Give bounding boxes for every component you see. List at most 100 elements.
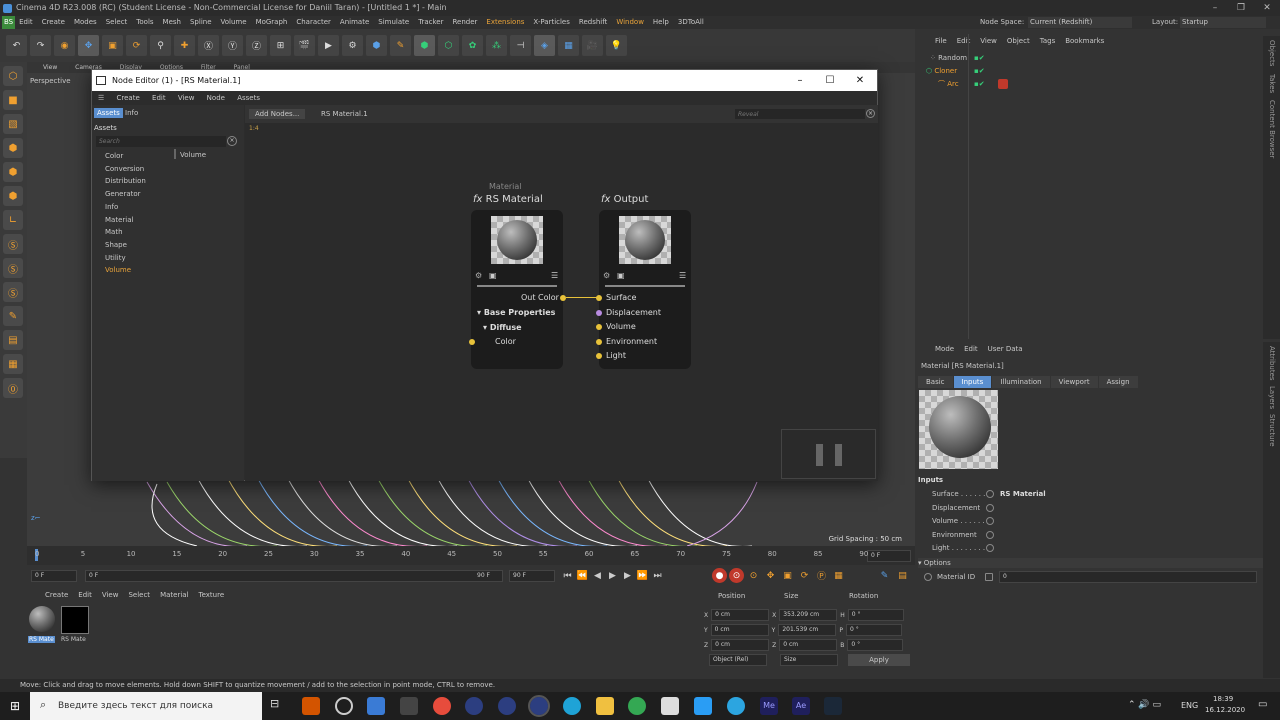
point-mode-icon[interactable]: ⬢ bbox=[3, 138, 23, 158]
windows-start-icon[interactable]: ⊞ bbox=[10, 699, 20, 713]
close-button[interactable]: ✕ bbox=[1254, 0, 1280, 16]
clear-search-icon[interactable]: × bbox=[227, 136, 237, 146]
input-link-radio[interactable] bbox=[986, 544, 994, 552]
menu-spline[interactable]: Spline bbox=[190, 16, 212, 29]
tab-illumination[interactable]: Illumination bbox=[992, 376, 1050, 388]
material-thumb-1[interactable] bbox=[29, 606, 55, 632]
material-tag-icon[interactable] bbox=[998, 79, 1008, 89]
scheme-icon[interactable]: ✎ bbox=[877, 568, 892, 583]
attr-menu-user-data[interactable]: User Data bbox=[988, 345, 1023, 353]
node-editor-maximize-button[interactable]: ☐ bbox=[815, 70, 845, 91]
menu-tracker[interactable]: Tracker bbox=[418, 16, 443, 29]
tab-assign[interactable]: Assign bbox=[1098, 376, 1138, 388]
visibility-check-icon[interactable]: ▪✔ bbox=[974, 54, 985, 62]
apply-button[interactable]: Apply bbox=[848, 654, 910, 666]
axis-mode-icon[interactable]: ∟ bbox=[3, 210, 23, 230]
prev-key-icon[interactable]: ⏪ bbox=[575, 568, 590, 583]
clock-time[interactable]: 18:39 bbox=[1213, 695, 1233, 703]
cloner-icon[interactable]: ⬡ bbox=[438, 35, 459, 56]
side-tab-layers[interactable]: Layers bbox=[1268, 386, 1276, 409]
asset-item-volume[interactable]: Volume bbox=[180, 151, 206, 159]
obj-menu-bookmarks[interactable]: Bookmarks bbox=[1065, 37, 1104, 45]
mat-menu-view[interactable]: View bbox=[102, 591, 119, 599]
menu-edit[interactable]: Edit bbox=[19, 16, 33, 29]
size-field[interactable]: 353.209 cm bbox=[779, 609, 838, 621]
go-to-start-icon[interactable]: ⏮ bbox=[560, 568, 575, 583]
input-language[interactable]: ENG bbox=[1181, 701, 1198, 710]
node-editor-close-button[interactable]: ✕ bbox=[845, 70, 875, 91]
surface-port[interactable] bbox=[596, 295, 602, 301]
ne-menu-view[interactable]: View bbox=[178, 94, 195, 102]
input-link-radio[interactable] bbox=[986, 490, 994, 498]
y-axis-icon[interactable]: Ⓨ bbox=[222, 35, 243, 56]
light-icon[interactable]: 💡 bbox=[606, 35, 627, 56]
obj-menu-tags[interactable]: Tags bbox=[1040, 37, 1056, 45]
rotate-tool-icon[interactable]: ⟳ bbox=[126, 35, 147, 56]
asset-category-distribution[interactable]: Distribution bbox=[105, 177, 146, 185]
tab-inputs[interactable]: Inputs bbox=[953, 376, 992, 388]
floor-icon[interactable]: ▦ bbox=[558, 35, 579, 56]
node-settings-icon[interactable]: ⚙ bbox=[475, 271, 482, 280]
menu-extensions[interactable]: Extensions bbox=[486, 16, 524, 29]
asset-category-material[interactable]: Material bbox=[105, 216, 133, 224]
ne-menu-assets[interactable]: Assets bbox=[237, 94, 260, 102]
cube-icon[interactable]: ⬢ bbox=[366, 35, 387, 56]
solo-icon[interactable]: ⓪ bbox=[3, 378, 23, 398]
node-preview-icon[interactable]: ▣ bbox=[489, 271, 497, 280]
app-icon-chrome[interactable] bbox=[628, 697, 646, 715]
app-icon-c4d-2[interactable] bbox=[498, 697, 516, 715]
tab-basic[interactable]: Basic bbox=[918, 376, 953, 388]
texture-mode-icon[interactable]: ▧ bbox=[3, 114, 23, 134]
mat-menu-material[interactable]: Material bbox=[160, 591, 188, 599]
asset-category-utility[interactable]: Utility bbox=[105, 254, 126, 262]
options-section[interactable]: ▾ Options bbox=[918, 558, 1263, 568]
app-icon-telegram[interactable] bbox=[727, 697, 745, 715]
side-tab-objects[interactable]: Objects bbox=[1268, 40, 1276, 66]
current-frame-field[interactable]: 0 F bbox=[31, 570, 77, 582]
menu-animate[interactable]: Animate bbox=[340, 16, 369, 29]
timeline-ruler[interactable]: 0 F 0 5 10 15 20 25 30 35 40 45 50 55 60 65 70 75 80 85 90 bbox=[27, 546, 915, 565]
rotation-field[interactable]: 0 ° bbox=[847, 639, 904, 651]
object-row-cloner[interactable]: ⬡ Cloner bbox=[926, 65, 957, 77]
diffuse-group[interactable]: ▾ Diffuse bbox=[483, 323, 522, 332]
asset-category-shape[interactable]: Shape bbox=[105, 241, 127, 249]
motion-clip-icon[interactable]: ▤ bbox=[895, 568, 910, 583]
menu-3dtoall[interactable]: 3DToAll bbox=[678, 16, 704, 29]
tab-viewport[interactable]: Viewport bbox=[1050, 376, 1098, 388]
position-field[interactable]: 0 cm bbox=[711, 639, 770, 651]
menu-window[interactable]: Window bbox=[616, 16, 644, 29]
menu-help[interactable]: Help bbox=[653, 16, 669, 29]
input-link-radio[interactable] bbox=[986, 517, 994, 525]
render-settings-icon[interactable]: ⚙ bbox=[342, 35, 363, 56]
ne-menu-node[interactable]: Node bbox=[207, 94, 225, 102]
size-field[interactable]: 0 cm bbox=[779, 639, 838, 651]
size-field[interactable]: 201.539 cm bbox=[778, 624, 837, 636]
out-color-port[interactable] bbox=[560, 295, 566, 301]
menu-mesh[interactable]: Mesh bbox=[163, 16, 181, 29]
node-preview-icon[interactable]: ▣ bbox=[617, 271, 625, 280]
snap-icon[interactable]: Ⓢ bbox=[3, 234, 23, 254]
play-icon[interactable]: ▶ bbox=[605, 568, 620, 583]
mograph-icon[interactable]: ✿ bbox=[462, 35, 483, 56]
app-icon-c4d[interactable] bbox=[465, 697, 483, 715]
render-picture-viewer-icon[interactable]: ▶ bbox=[318, 35, 339, 56]
side-tab-attributes[interactable]: Attributes bbox=[1268, 346, 1276, 381]
app-icon-window[interactable] bbox=[367, 697, 385, 715]
select-tool-icon[interactable]: ◉ bbox=[54, 35, 75, 56]
attr-menu-mode[interactable]: Mode bbox=[935, 345, 954, 353]
app-icon-mail[interactable] bbox=[694, 697, 712, 715]
color-input-port[interactable] bbox=[469, 339, 475, 345]
app-icon-store[interactable] bbox=[661, 697, 679, 715]
mat-menu-edit[interactable]: Edit bbox=[78, 591, 92, 599]
input-link-radio[interactable] bbox=[986, 503, 994, 512]
taskbar-search-box[interactable]: ⌕ Введите здесь текст для поиска bbox=[30, 692, 262, 720]
size-mode-select[interactable]: Size bbox=[780, 654, 838, 666]
rotation-field[interactable]: 0 ° bbox=[847, 609, 904, 621]
autokey-icon[interactable]: ⊙ bbox=[729, 568, 744, 583]
key-position-icon[interactable]: ✥ bbox=[763, 568, 778, 583]
subdivision-icon[interactable]: ⬢ bbox=[414, 35, 435, 56]
rs-material-node[interactable]: ⚙ ▣ ☰ bbox=[471, 210, 563, 369]
add-nodes-button[interactable]: Add Nodes... bbox=[249, 109, 306, 119]
keyframe-selection-icon[interactable]: ⊙ bbox=[746, 568, 761, 583]
asset-search-input[interactable] bbox=[96, 136, 226, 147]
